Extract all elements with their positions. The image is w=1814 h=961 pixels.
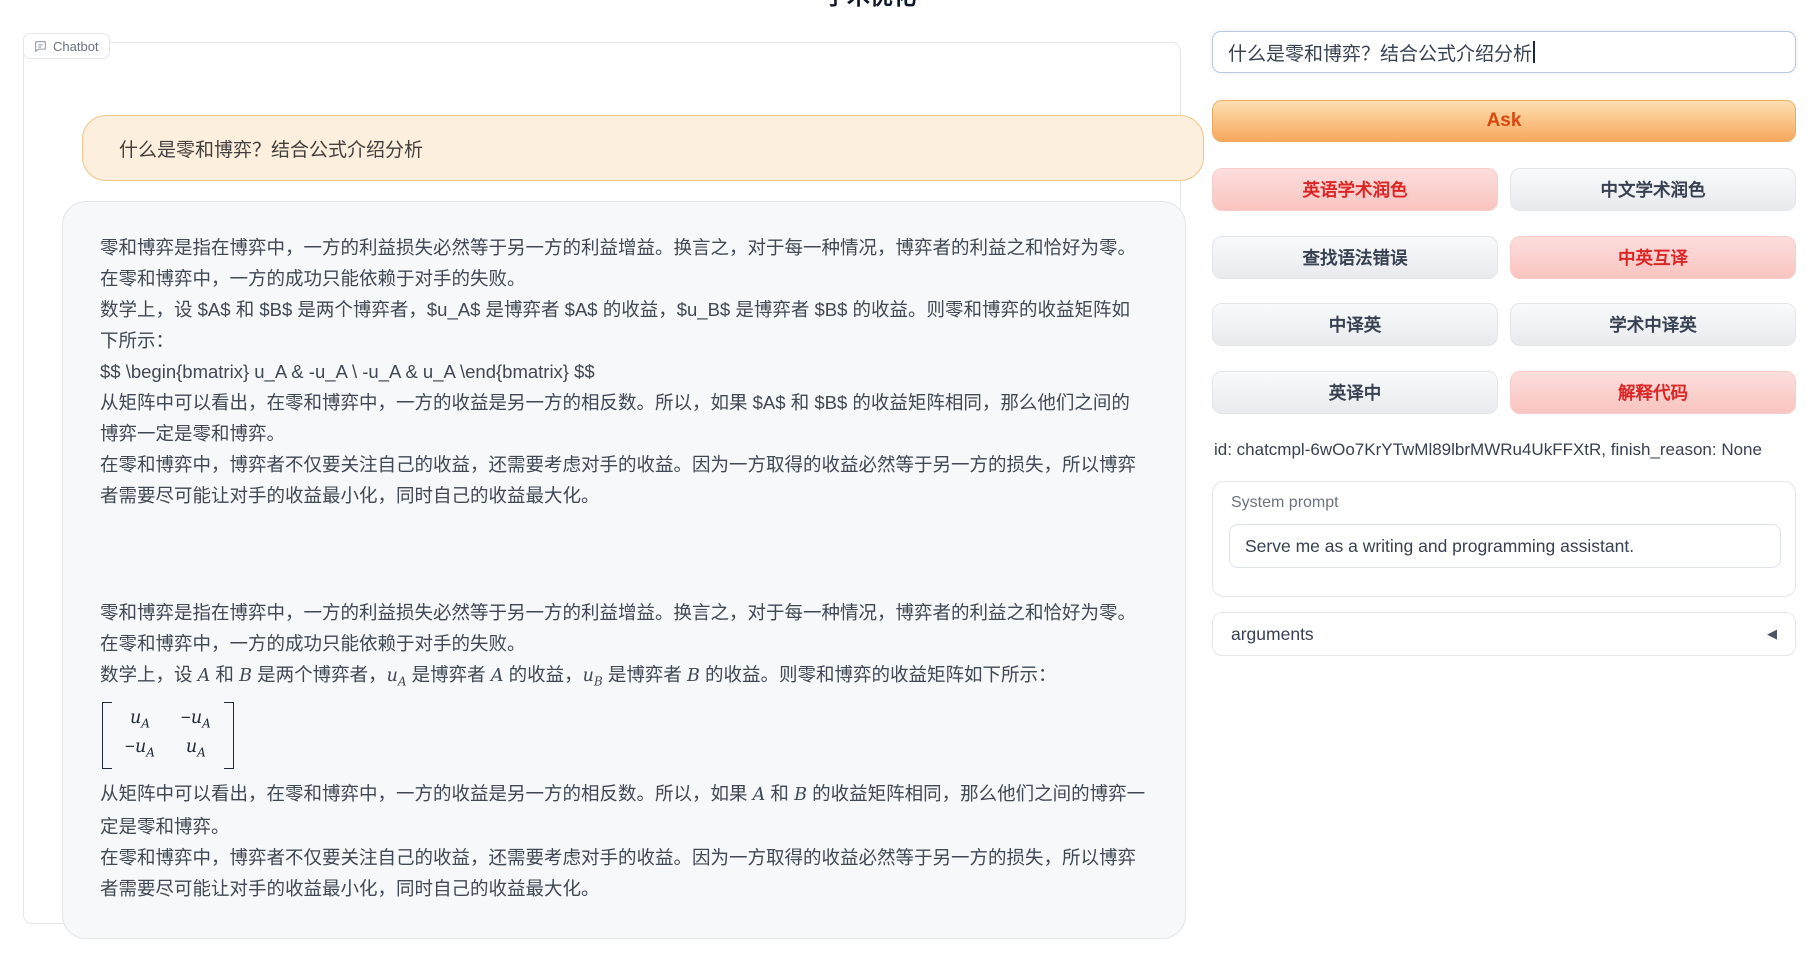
quick-button-explain-code[interactable]: 解释代码 bbox=[1510, 371, 1796, 414]
button-label: 学术中译英 bbox=[1609, 312, 1697, 337]
button-label: 英译中 bbox=[1329, 380, 1382, 405]
chatbot-panel: 什么是零和博弈？结合公式介绍分析 零和博弈是指在博弈中，一方的利益损失必然等于另… bbox=[23, 42, 1181, 924]
matrix-right-bracket bbox=[224, 702, 234, 769]
quick-button-en-academic-polish[interactable]: 英语学术润色 bbox=[1212, 168, 1498, 211]
text-caret bbox=[1533, 41, 1535, 63]
bot-paragraph-math: 数学上，设 A 和 B 是两个博弈者，uA 是博弈者 A 的收益，uB 是博弈者… bbox=[100, 659, 1148, 698]
quick-button-zh-en-mutual-translate[interactable]: 中英互译 bbox=[1510, 236, 1796, 279]
bot-answer-rendered: 零和博弈是指在博弈中，一方的利益损失必然等于另一方的利益增益。换言之，对于每一种… bbox=[100, 597, 1148, 904]
matrix-cells: uA−uA−uAuA bbox=[112, 702, 224, 769]
user-message-text: 什么是零和博弈？结合公式介绍分析 bbox=[119, 135, 423, 162]
button-label: 中译英 bbox=[1329, 312, 1382, 337]
system-prompt-value: Serve me as a writing and programming as… bbox=[1245, 536, 1634, 557]
chat-message-user: 什么是零和博弈？结合公式介绍分析 bbox=[82, 115, 1204, 181]
response-status-line: id: chatcmpl-6wOo7KrYTwMl89lbrMWRu4UkFFX… bbox=[1214, 440, 1762, 460]
payoff-matrix: uA−uA−uAuA bbox=[102, 702, 234, 769]
system-prompt-label: System prompt bbox=[1231, 494, 1339, 512]
button-label: 查找语法错误 bbox=[1303, 245, 1408, 270]
system-prompt-group: System prompt Serve me as a writing and … bbox=[1212, 481, 1796, 597]
page-title-clipped: 学术优化 bbox=[824, 0, 916, 8]
question-input-value: 什么是零和博弈？结合公式介绍分析 bbox=[1228, 39, 1532, 66]
system-prompt-input[interactable]: Serve me as a writing and programming as… bbox=[1229, 524, 1781, 568]
bot-paragraph-math: 从矩阵中可以看出，在零和博弈中，一方的收益是另一方的相反数。所以，如果 A 和 … bbox=[100, 778, 1148, 842]
bot-answer-raw: 零和博弈是指在博弈中，一方的利益损失必然等于另一方的利益增益。换言之，对于每一种… bbox=[100, 232, 1148, 511]
bot-paragraph: 数学上，设 $A$ 和 $B$ 是两个博弈者，$u_A$ 是博弈者 $A$ 的收… bbox=[100, 294, 1148, 356]
bot-paragraph: 零和博弈是指在博弈中，一方的利益损失必然等于另一方的利益增益。换言之，对于每一种… bbox=[100, 232, 1148, 294]
ask-button-label: Ask bbox=[1487, 110, 1522, 132]
bot-paragraph: 在零和博弈中，博弈者不仅要关注自己的收益，还需要考虑对手的收益。因为一方取得的收… bbox=[100, 449, 1148, 511]
matrix-left-bracket bbox=[102, 702, 112, 769]
bot-paragraph: 零和博弈是指在博弈中，一方的利益损失必然等于另一方的利益增益。换言之，对于每一种… bbox=[100, 597, 1148, 659]
button-label: 英语学术润色 bbox=[1303, 177, 1408, 202]
bot-paragraph: 在零和博弈中，博弈者不仅要关注自己的收益，还需要考虑对手的收益。因为一方取得的收… bbox=[100, 842, 1148, 904]
quick-button-academic-zh-to-en[interactable]: 学术中译英 bbox=[1510, 303, 1796, 346]
quick-button-find-grammar-errors[interactable]: 查找语法错误 bbox=[1212, 236, 1498, 279]
quick-button-zh-to-en[interactable]: 中译英 bbox=[1212, 303, 1498, 346]
bot-paragraph: 从矩阵中可以看出，在零和博弈中，一方的收益是另一方的相反数。所以，如果 $A$ … bbox=[100, 387, 1148, 449]
app-root: 学术优化 什么是零和博弈？结合公式介绍分析 零和博弈是指在博弈中，一方的利益损失… bbox=[0, 0, 1814, 961]
button-label: 中文学术润色 bbox=[1601, 177, 1706, 202]
accordion-collapsed-icon: ◀ bbox=[1767, 626, 1777, 642]
bot-latex-source: $$ \begin{bmatrix} u_A & -u_A \ -u_A & u… bbox=[100, 356, 1148, 387]
chatbot-label-text: Chatbot bbox=[53, 39, 99, 54]
chat-bubble-icon bbox=[34, 40, 47, 53]
chatbot-label: Chatbot bbox=[23, 33, 110, 59]
arguments-accordion-label: arguments bbox=[1231, 624, 1314, 645]
quick-button-en-to-zh[interactable]: 英译中 bbox=[1212, 371, 1498, 414]
arguments-accordion-header[interactable]: arguments ◀ bbox=[1212, 612, 1796, 656]
chat-message-bot: 零和博弈是指在博弈中，一方的利益损失必然等于另一方的利益增益。换言之，对于每一种… bbox=[62, 201, 1186, 939]
button-label: 中英互译 bbox=[1618, 245, 1688, 270]
button-label: 解释代码 bbox=[1618, 380, 1688, 405]
ask-button[interactable]: Ask bbox=[1212, 100, 1796, 142]
quick-button-zh-academic-polish[interactable]: 中文学术润色 bbox=[1510, 168, 1796, 211]
question-input[interactable]: 什么是零和博弈？结合公式介绍分析 bbox=[1212, 31, 1796, 73]
